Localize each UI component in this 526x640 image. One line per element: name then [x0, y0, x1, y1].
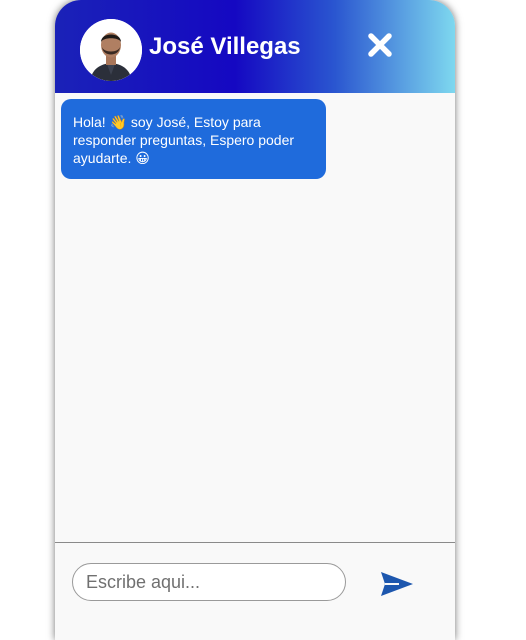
close-icon [368, 33, 392, 57]
chat-window: José Villegas Hola! 👋 soy José, Estoy pa… [55, 0, 455, 640]
send-icon [381, 572, 413, 596]
message-list: Hola! 👋 soy José, Estoy para responder p… [55, 93, 455, 542]
close-button[interactable] [364, 29, 396, 61]
message-bubble: Hola! 👋 soy José, Estoy para responder p… [61, 99, 326, 179]
contact-name: José Villegas [149, 33, 301, 60]
send-button[interactable] [379, 569, 415, 599]
composer [55, 542, 455, 640]
chat-header: José Villegas [55, 0, 455, 93]
avatar-image [80, 19, 142, 81]
message-input[interactable] [72, 563, 346, 601]
avatar [80, 19, 142, 81]
message-text: Hola! 👋 soy José, Estoy para responder p… [73, 114, 295, 166]
